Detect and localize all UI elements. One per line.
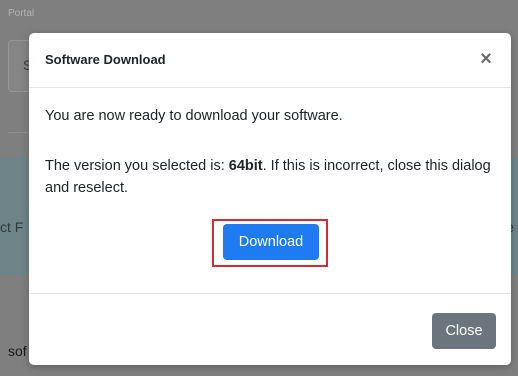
download-button[interactable]: Download xyxy=(223,224,319,260)
ready-message: You are now ready to download your softw… xyxy=(45,108,343,124)
version-message: The version you selected is: 64bit. If t… xyxy=(45,155,495,199)
modal-title: Software Download xyxy=(45,52,166,67)
portal-label: Portal xyxy=(8,8,35,19)
close-icon[interactable]: × xyxy=(475,48,497,70)
close-button[interactable]: Close xyxy=(432,313,496,349)
version-value: 64bit xyxy=(228,158,263,174)
version-prefix: The version you selected is: xyxy=(45,158,229,174)
modal-body: You are now ready to download your softw… xyxy=(29,88,511,294)
modal-header: Software Download × xyxy=(29,33,511,88)
background-bottom-text: sof xyxy=(8,343,27,359)
background-band-text-left: ct F xyxy=(0,219,24,235)
software-download-modal: Software Download × You are now ready to… xyxy=(29,33,511,365)
